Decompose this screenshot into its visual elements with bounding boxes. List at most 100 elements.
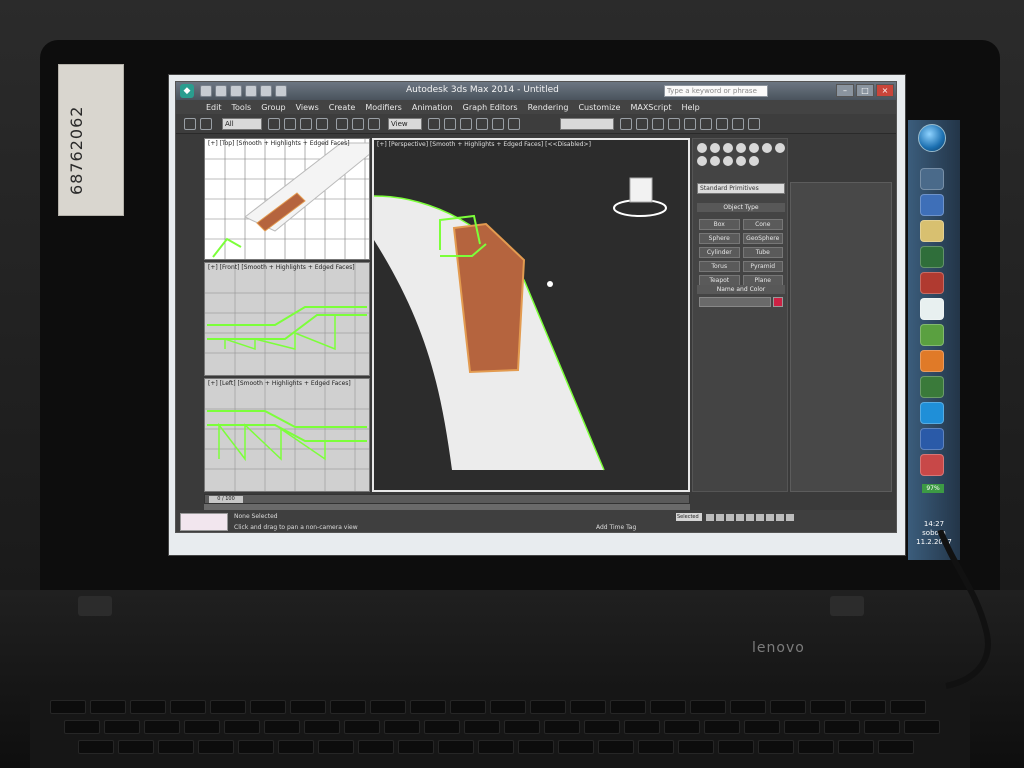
menu-create[interactable]: Create <box>329 103 356 112</box>
time-slider-thumb[interactable]: 0 / 100 <box>209 496 243 503</box>
name-color-rollout[interactable]: Name and Color <box>697 285 785 294</box>
taskbar-app-excel[interactable] <box>920 246 944 268</box>
snaps-toggle-icon[interactable] <box>460 118 472 130</box>
menu-edit[interactable]: Edit <box>206 103 222 112</box>
select-manipulate-icon[interactable] <box>444 118 456 130</box>
link-icon[interactable] <box>184 118 196 130</box>
view-cube-icon[interactable] <box>613 177 667 217</box>
top-viewport[interactable]: [+] [Top] [Smooth + Highlights + Edged F… <box>204 138 370 260</box>
battery-indicator[interactable]: 97% <box>922 484 944 493</box>
menu-modifiers[interactable]: Modifiers <box>365 103 402 112</box>
schematic-view-icon[interactable] <box>684 118 696 130</box>
lights-icon[interactable] <box>710 156 720 166</box>
select-object-icon[interactable] <box>268 118 280 130</box>
selection-region-icon[interactable] <box>300 118 312 130</box>
close-button[interactable]: × <box>876 84 894 97</box>
unlink-icon[interactable] <box>200 118 212 130</box>
menu-animation[interactable]: Animation <box>412 103 453 112</box>
sphere-button[interactable]: Sphere <box>699 233 740 244</box>
save-file-icon[interactable] <box>230 85 242 97</box>
object-name-input[interactable] <box>699 297 771 307</box>
taskbar-app-3dsmax[interactable] <box>920 298 944 320</box>
angle-snap-icon[interactable] <box>476 118 488 130</box>
modify-tab-icon[interactable] <box>710 143 720 153</box>
space-warps-icon[interactable] <box>749 156 759 166</box>
open-file-icon[interactable] <box>215 85 227 97</box>
auto-key-dropdown[interactable]: Selected <box>676 513 702 521</box>
mirror-icon[interactable] <box>620 118 632 130</box>
reference-coordinate-dropdown[interactable]: View <box>388 118 422 130</box>
orbit-icon[interactable] <box>776 514 784 521</box>
menu-graph-editors[interactable]: Graph Editors <box>463 103 518 112</box>
shapes-icon[interactable] <box>697 156 707 166</box>
pivot-icon[interactable] <box>428 118 440 130</box>
go-to-end-icon[interactable] <box>746 514 754 521</box>
cylinder-button[interactable]: Cylinder <box>699 247 740 258</box>
layer-manager-icon[interactable] <box>652 118 664 130</box>
taskbar-app-chrome[interactable] <box>920 376 944 398</box>
geosphere-button[interactable]: GeoSphere <box>742 233 783 244</box>
taskbar-app-ie[interactable] <box>920 428 944 450</box>
object-category-dropdown[interactable]: Standard Primitives <box>697 183 785 194</box>
align-icon[interactable] <box>636 118 648 130</box>
pyramid-button[interactable]: Pyramid <box>742 261 783 272</box>
render-setup-icon[interactable] <box>716 118 728 130</box>
menu-customize[interactable]: Customize <box>578 103 620 112</box>
start-button[interactable] <box>918 124 946 152</box>
display-tab-icon[interactable] <box>749 143 759 153</box>
window-crossing-icon[interactable] <box>316 118 328 130</box>
render-production-icon[interactable] <box>748 118 760 130</box>
helpers-icon[interactable] <box>736 156 746 166</box>
menu-views[interactable]: Views <box>296 103 319 112</box>
motion-tab-icon[interactable] <box>736 143 746 153</box>
taskbar-app-firefox[interactable] <box>920 350 944 372</box>
pan-icon[interactable] <box>766 514 774 521</box>
menu-maxscript[interactable]: MAXScript <box>630 103 671 112</box>
minimize-button[interactable]: – <box>836 84 854 97</box>
top-viewport-label[interactable]: [+] [Top] [Smooth + Highlights + Edged F… <box>208 140 350 147</box>
menu-group[interactable]: Group <box>261 103 285 112</box>
hierarchy-tab-icon[interactable] <box>723 143 733 153</box>
new-file-icon[interactable] <box>200 85 212 97</box>
cameras-icon[interactable] <box>723 156 733 166</box>
redo-icon[interactable] <box>260 85 272 97</box>
undo-icon[interactable] <box>245 85 257 97</box>
taskbar-app-red[interactable] <box>920 272 944 294</box>
zoom-icon[interactable] <box>756 514 764 521</box>
torus-button[interactable]: Torus <box>699 261 740 272</box>
maximize-button[interactable]: □ <box>856 84 874 97</box>
move-icon[interactable] <box>336 118 348 130</box>
box-button[interactable]: Box <box>699 219 740 230</box>
perspective-viewport[interactable]: [+] [Perspective] [Smooth + Highlights +… <box>372 138 690 492</box>
create-tab-icon[interactable] <box>697 143 707 153</box>
previous-frame-icon[interactable] <box>716 514 724 521</box>
app-icon[interactable]: ◆ <box>180 84 194 98</box>
taskbar-app-skype[interactable] <box>920 402 944 424</box>
utilities-tab-icon[interactable] <box>762 143 772 153</box>
taskbar-app-explorer[interactable] <box>920 168 944 190</box>
time-slider[interactable]: 0 / 100 <box>204 494 690 504</box>
taskbar-app-media[interactable] <box>920 454 944 476</box>
render-frame-icon[interactable] <box>732 118 744 130</box>
next-frame-icon[interactable] <box>736 514 744 521</box>
search-input[interactable]: Type a keyword or phrase <box>664 85 768 97</box>
taskbar-app-green[interactable] <box>920 324 944 346</box>
menu-tools[interactable]: Tools <box>232 103 252 112</box>
perspective-viewport-label[interactable]: [+] [Perspective] [Smooth + Highlights +… <box>377 141 591 148</box>
left-viewport-label[interactable]: [+] [Left] [Smooth + Highlights + Edged … <box>208 380 351 387</box>
object-color-swatch[interactable] <box>773 297 783 307</box>
tube-button[interactable]: Tube <box>742 247 783 258</box>
taskbar-app-folder[interactable] <box>920 220 944 242</box>
select-by-name-icon[interactable] <box>284 118 296 130</box>
spinner-snap-icon[interactable] <box>508 118 520 130</box>
go-to-start-icon[interactable] <box>706 514 714 521</box>
maximize-viewport-icon[interactable] <box>786 514 794 521</box>
cone-button[interactable]: Cone <box>742 219 783 230</box>
left-viewport[interactable]: [+] [Left] [Smooth + Highlights + Edged … <box>204 378 370 492</box>
front-viewport[interactable]: [+] [Front] [Smooth + Highlights + Edged… <box>204 262 370 376</box>
scale-icon[interactable] <box>368 118 380 130</box>
curve-editor-icon[interactable] <box>668 118 680 130</box>
add-time-tag-button[interactable]: Add Time Tag <box>596 524 636 531</box>
named-selection-dropdown[interactable] <box>560 118 614 130</box>
percent-snap-icon[interactable] <box>492 118 504 130</box>
